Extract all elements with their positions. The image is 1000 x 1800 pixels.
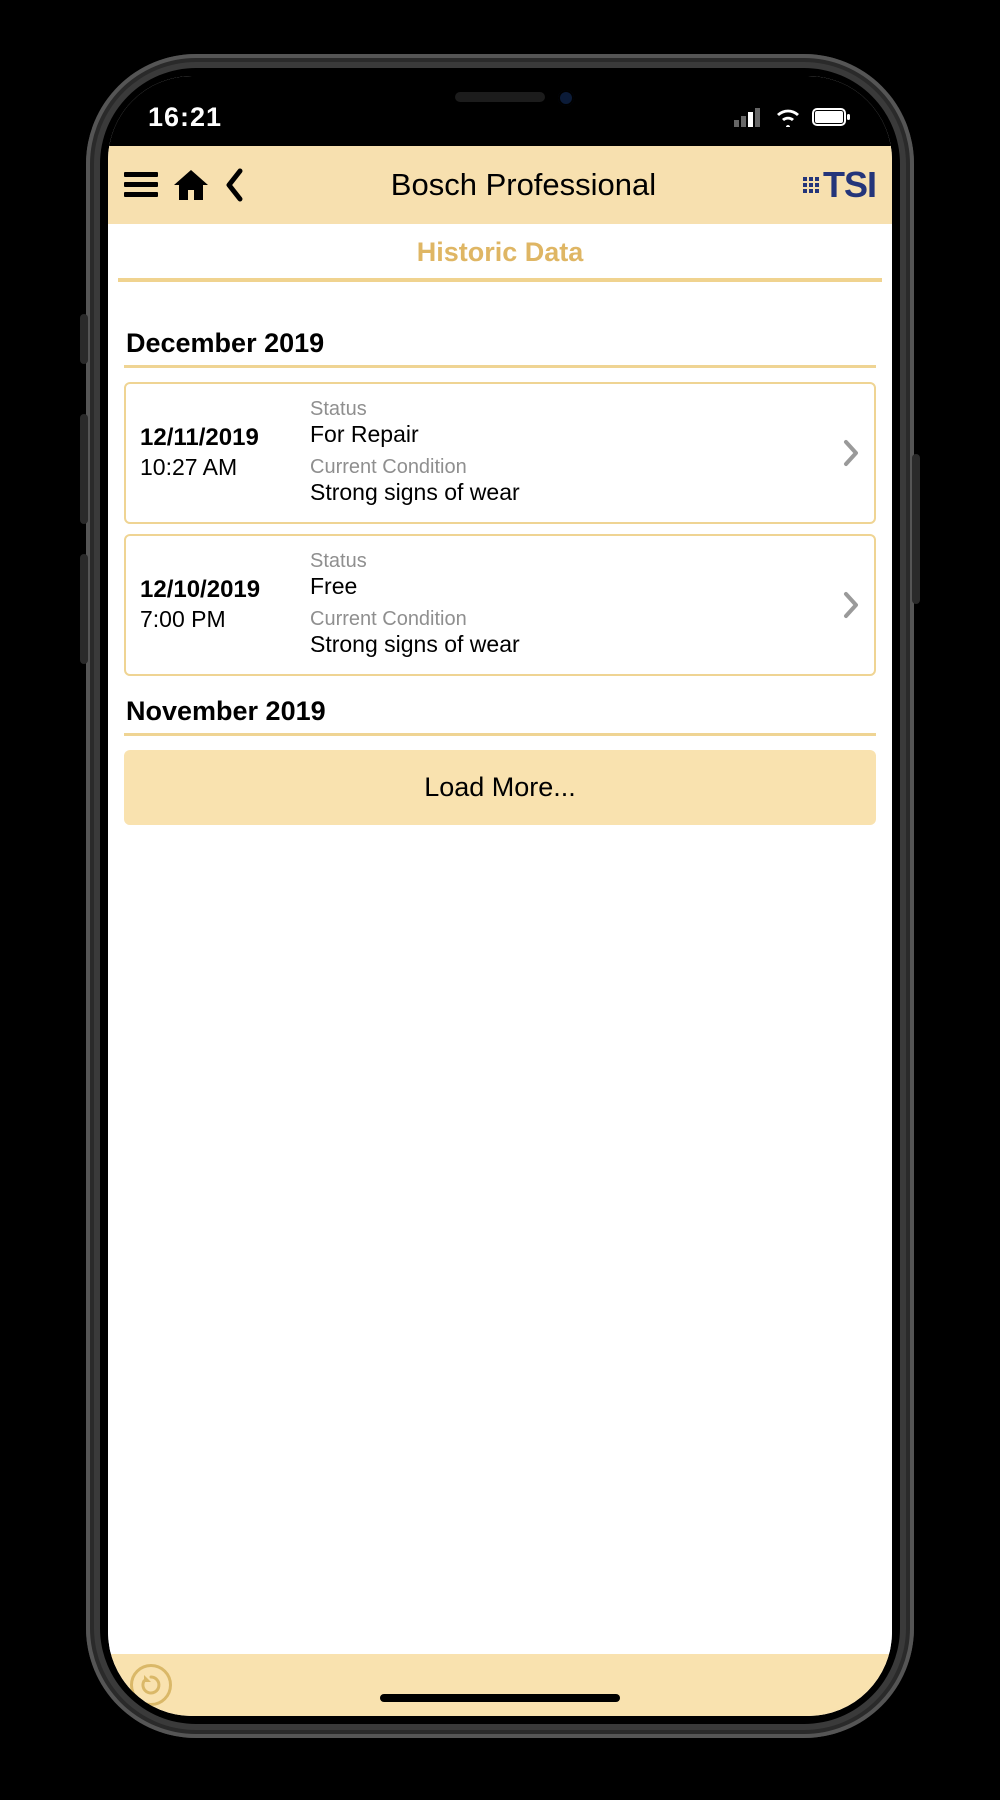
status-icons xyxy=(734,107,852,127)
status-label: Status xyxy=(310,398,860,421)
phone-notch xyxy=(350,76,650,118)
status-time: 16:21 xyxy=(148,102,222,133)
home-indicator[interactable] xyxy=(380,1694,620,1702)
status-value: For Repair xyxy=(310,421,860,448)
condition-value: Strong signs of wear xyxy=(310,631,860,658)
entry-date: 12/11/2019 xyxy=(140,424,310,452)
cellular-icon xyxy=(734,107,764,127)
status-label: Status xyxy=(310,550,860,573)
wifi-icon xyxy=(774,107,802,127)
entry-time: 10:27 AM xyxy=(140,454,310,481)
battery-icon xyxy=(812,107,852,127)
condition-value: Strong signs of wear xyxy=(310,479,860,506)
content-area[interactable]: December 2019 12/11/2019 10:27 AM Status… xyxy=(108,292,892,1654)
sub-header-title: Historic Data xyxy=(108,237,892,268)
month-header: November 2019 xyxy=(124,696,876,733)
home-icon[interactable] xyxy=(172,168,210,202)
history-entry[interactable]: 12/11/2019 10:27 AM Status For Repair Cu… xyxy=(124,382,876,524)
back-icon[interactable] xyxy=(224,168,244,202)
history-entry[interactable]: 12/10/2019 7:00 PM Status Free Current C… xyxy=(124,534,876,676)
entry-date: 12/10/2019 xyxy=(140,576,310,604)
app-header: Bosch Professional TSI xyxy=(108,146,892,224)
menu-icon[interactable] xyxy=(124,170,158,200)
month-header: December 2019 xyxy=(124,328,876,365)
condition-label: Current Condition xyxy=(310,456,860,479)
bottom-bar xyxy=(108,1654,892,1716)
refresh-button[interactable] xyxy=(130,1664,172,1706)
sub-header: Historic Data xyxy=(108,224,892,292)
load-more-button[interactable]: Load More... xyxy=(124,750,876,825)
chevron-right-icon xyxy=(842,590,860,620)
status-value: Free xyxy=(310,573,860,600)
entry-time: 7:00 PM xyxy=(140,606,310,633)
refresh-icon xyxy=(139,1673,163,1697)
app-logo: TSI xyxy=(803,164,876,206)
page-title: Bosch Professional xyxy=(244,167,803,203)
chevron-right-icon xyxy=(842,438,860,468)
condition-label: Current Condition xyxy=(310,608,860,631)
